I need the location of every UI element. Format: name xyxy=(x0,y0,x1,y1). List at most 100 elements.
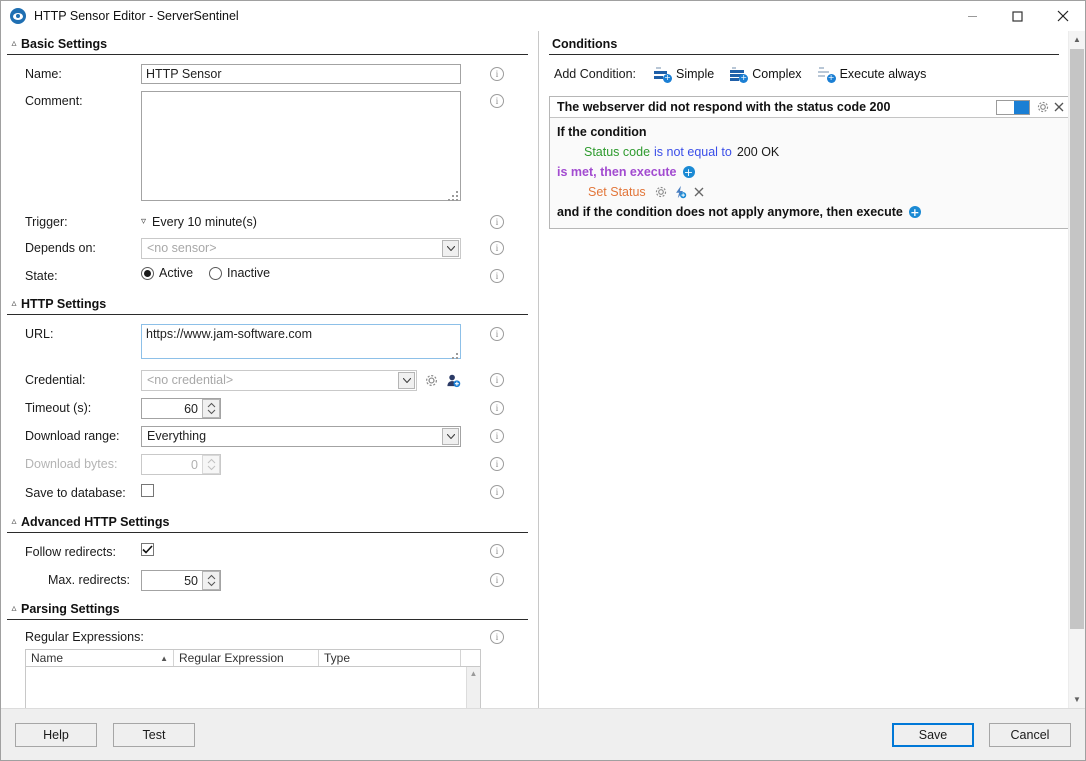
timeout-value[interactable]: 60 xyxy=(142,402,202,416)
gear-icon[interactable] xyxy=(1035,99,1051,115)
close-icon[interactable] xyxy=(1051,99,1067,115)
eye-icon xyxy=(10,8,26,24)
name-input[interactable] xyxy=(141,64,461,84)
chevron-down-icon[interactable] xyxy=(442,240,459,257)
lightning-icon[interactable] xyxy=(672,184,688,200)
depends-on-combobox[interactable]: <no sensor> xyxy=(141,238,461,259)
add-else-action-button[interactable]: + xyxy=(908,206,921,218)
maximize-button[interactable] xyxy=(995,1,1040,31)
save-button[interactable]: Save xyxy=(892,722,974,747)
add-user-icon[interactable] xyxy=(445,373,461,389)
download-range-value: Everything xyxy=(147,429,207,443)
info-icon[interactable]: i xyxy=(490,573,504,587)
section-title: HTTP Settings xyxy=(21,297,107,311)
download-range-combobox[interactable]: Everything xyxy=(141,426,461,447)
chevron-up-icon[interactable]: ▲ xyxy=(470,669,478,708)
follow-redirects-checkbox[interactable] xyxy=(141,543,154,557)
row-download-bytes: Download bytes: 0 i xyxy=(1,454,538,475)
chevron-down-icon[interactable] xyxy=(398,372,415,389)
save-to-database-checkbox[interactable] xyxy=(141,484,154,498)
section-header-conditions: Conditions xyxy=(549,36,1059,55)
comment-textarea[interactable] xyxy=(141,91,461,201)
condition-card-header: The webserver did not respond with the s… xyxy=(550,97,1069,118)
else-execute-label: and if the condition does not apply anym… xyxy=(557,205,903,219)
info-icon[interactable]: i xyxy=(490,485,504,499)
condition-card-body: If the condition Status code is not equa… xyxy=(550,118,1069,228)
spinner-buttons[interactable] xyxy=(202,399,220,418)
table-scrollbar[interactable]: ▲ xyxy=(466,667,480,708)
chevron-up-icon: ▵ xyxy=(11,38,17,49)
trigger-value[interactable]: Every 10 minute(s) xyxy=(152,212,257,232)
section-header-parsing-settings[interactable]: ▵ Parsing Settings xyxy=(7,601,528,620)
max-redirects-value[interactable]: 50 xyxy=(142,574,202,588)
radio-unselected-icon xyxy=(209,266,223,280)
column-header-type[interactable]: Type xyxy=(319,650,461,666)
info-icon[interactable]: i xyxy=(490,544,504,558)
add-complex-condition-button[interactable]: + Complex xyxy=(730,66,802,83)
conditions-pane: Conditions Add Condition: + Simple + Com… xyxy=(539,31,1085,708)
radio-state-inactive[interactable]: Inactive xyxy=(209,266,270,280)
add-simple-condition-button[interactable]: + Simple xyxy=(654,66,715,83)
spinner-buttons xyxy=(202,455,220,474)
info-icon[interactable]: i xyxy=(490,630,504,644)
caption-buttons xyxy=(950,1,1085,31)
help-button[interactable]: Help xyxy=(15,722,97,747)
spinner-buttons[interactable] xyxy=(202,571,220,590)
condition-title: The webserver did not respond with the s… xyxy=(557,100,891,114)
info-icon[interactable]: i xyxy=(490,269,504,283)
minimize-button[interactable] xyxy=(950,1,995,31)
button-label: Complex xyxy=(752,67,802,81)
timeout-spinner[interactable]: 60 xyxy=(141,398,221,419)
info-icon[interactable]: i xyxy=(490,215,504,229)
add-execute-always-button[interactable]: + Execute always xyxy=(817,66,926,83)
add-action-button[interactable]: + xyxy=(682,166,695,178)
gear-icon[interactable] xyxy=(653,184,669,200)
scrollbar-thumb[interactable] xyxy=(1070,49,1084,629)
row-depends-on: Depends on: <no sensor> i xyxy=(1,238,538,259)
info-icon[interactable]: i xyxy=(490,94,504,108)
info-icon[interactable]: i xyxy=(490,401,504,415)
column-header-blank xyxy=(461,650,480,666)
info-icon[interactable]: i xyxy=(490,67,504,81)
close-icon[interactable] xyxy=(691,184,707,200)
info-icon[interactable]: i xyxy=(490,457,504,471)
scroll-down-button[interactable]: ▼ xyxy=(1069,691,1085,708)
scroll-up-button[interactable]: ▲ xyxy=(1069,31,1085,48)
comment-label: Comment: xyxy=(25,94,83,108)
test-button[interactable]: Test xyxy=(113,722,195,747)
if-condition-line: If the condition xyxy=(557,125,647,139)
column-header-regular-expression[interactable]: Regular Expression xyxy=(174,650,319,666)
chevron-down-icon[interactable]: ▿ xyxy=(141,212,146,232)
add-execute-always-icon: + xyxy=(817,66,836,83)
section-header-http-settings[interactable]: ▵ HTTP Settings xyxy=(7,296,528,315)
chevron-down-icon[interactable] xyxy=(442,428,459,445)
url-textarea[interactable]: https://www.jam-software.com xyxy=(141,324,461,359)
url-label: URL: xyxy=(25,327,54,341)
credential-combobox[interactable]: <no credential> xyxy=(141,370,417,391)
max-redirects-spinner[interactable]: 50 xyxy=(141,570,221,591)
title-bar: HTTP Sensor Editor - ServerSentinel xyxy=(1,1,1085,31)
close-button[interactable] xyxy=(1040,1,1085,31)
condition-expression[interactable]: Status code is not equal to 200 OK xyxy=(557,142,1062,162)
section-header-basic-settings[interactable]: ▵ Basic Settings xyxy=(7,36,528,55)
section-header-advanced-http-settings[interactable]: ▵ Advanced HTTP Settings xyxy=(7,514,528,533)
table-header-row: Name ▲ Regular Expression Type xyxy=(25,649,481,667)
download-bytes-label: Download bytes: xyxy=(25,457,118,471)
action-label[interactable]: Set Status xyxy=(588,182,646,202)
column-header-name[interactable]: Name ▲ xyxy=(26,650,174,666)
condition-enabled-toggle[interactable] xyxy=(996,99,1030,115)
info-icon[interactable]: i xyxy=(490,373,504,387)
expression-operator: is not equal to xyxy=(654,145,732,159)
cancel-button[interactable]: Cancel xyxy=(989,722,1071,747)
row-trigger: Trigger: ▿ Every 10 minute(s) i xyxy=(1,212,538,232)
follow-redirects-label: Follow redirects: xyxy=(25,545,116,559)
gear-icon[interactable] xyxy=(423,373,439,389)
button-label: Simple xyxy=(676,67,715,81)
info-icon[interactable]: i xyxy=(490,327,504,341)
radio-state-active[interactable]: Active xyxy=(141,266,193,280)
conditions-scrollbar[interactable]: ▲ ▼ xyxy=(1068,31,1085,708)
info-icon[interactable]: i xyxy=(490,241,504,255)
download-bytes-spinner: 0 xyxy=(141,454,221,475)
row-follow-redirects: Follow redirects: i xyxy=(1,542,538,562)
info-icon[interactable]: i xyxy=(490,429,504,443)
